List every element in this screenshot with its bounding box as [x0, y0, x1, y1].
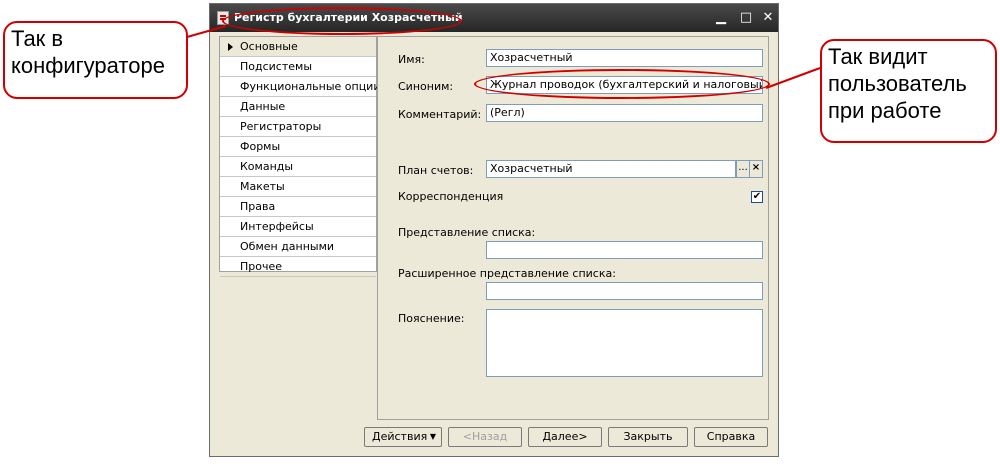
configurator-pointer-line: [186, 25, 227, 38]
user-pointer-line: [765, 67, 821, 89]
user-callout: Так видит пользователь при работе: [820, 39, 997, 143]
title-highlight-ellipse: [222, 7, 462, 35]
synonym-highlight-ellipse: [474, 69, 770, 99]
configurator-callout: Так в конфигураторе: [3, 21, 188, 99]
